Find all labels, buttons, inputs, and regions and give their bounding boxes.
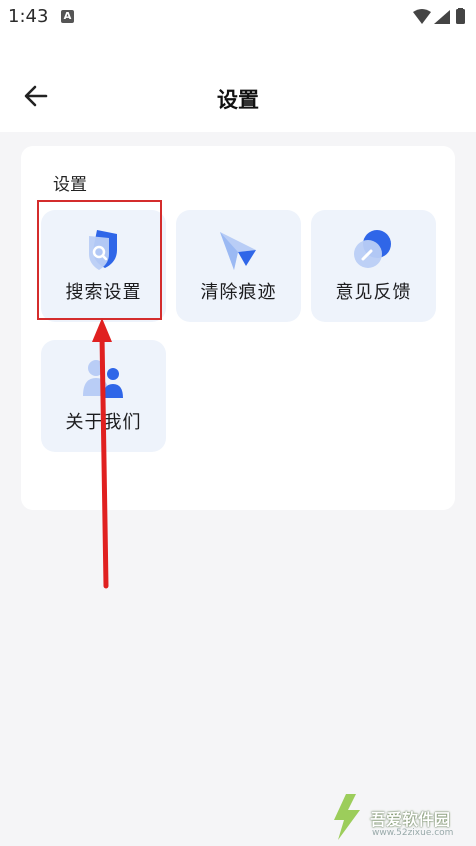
watermark-text: 吾爱软件园 — [370, 810, 451, 829]
watermark-logo-icon — [334, 794, 360, 840]
watermark-url: www.52zixue.com — [372, 828, 454, 838]
watermark: 吾爱软件园 www.52zixue.com — [328, 786, 468, 846]
annotation-arrow-icon — [92, 318, 112, 589]
